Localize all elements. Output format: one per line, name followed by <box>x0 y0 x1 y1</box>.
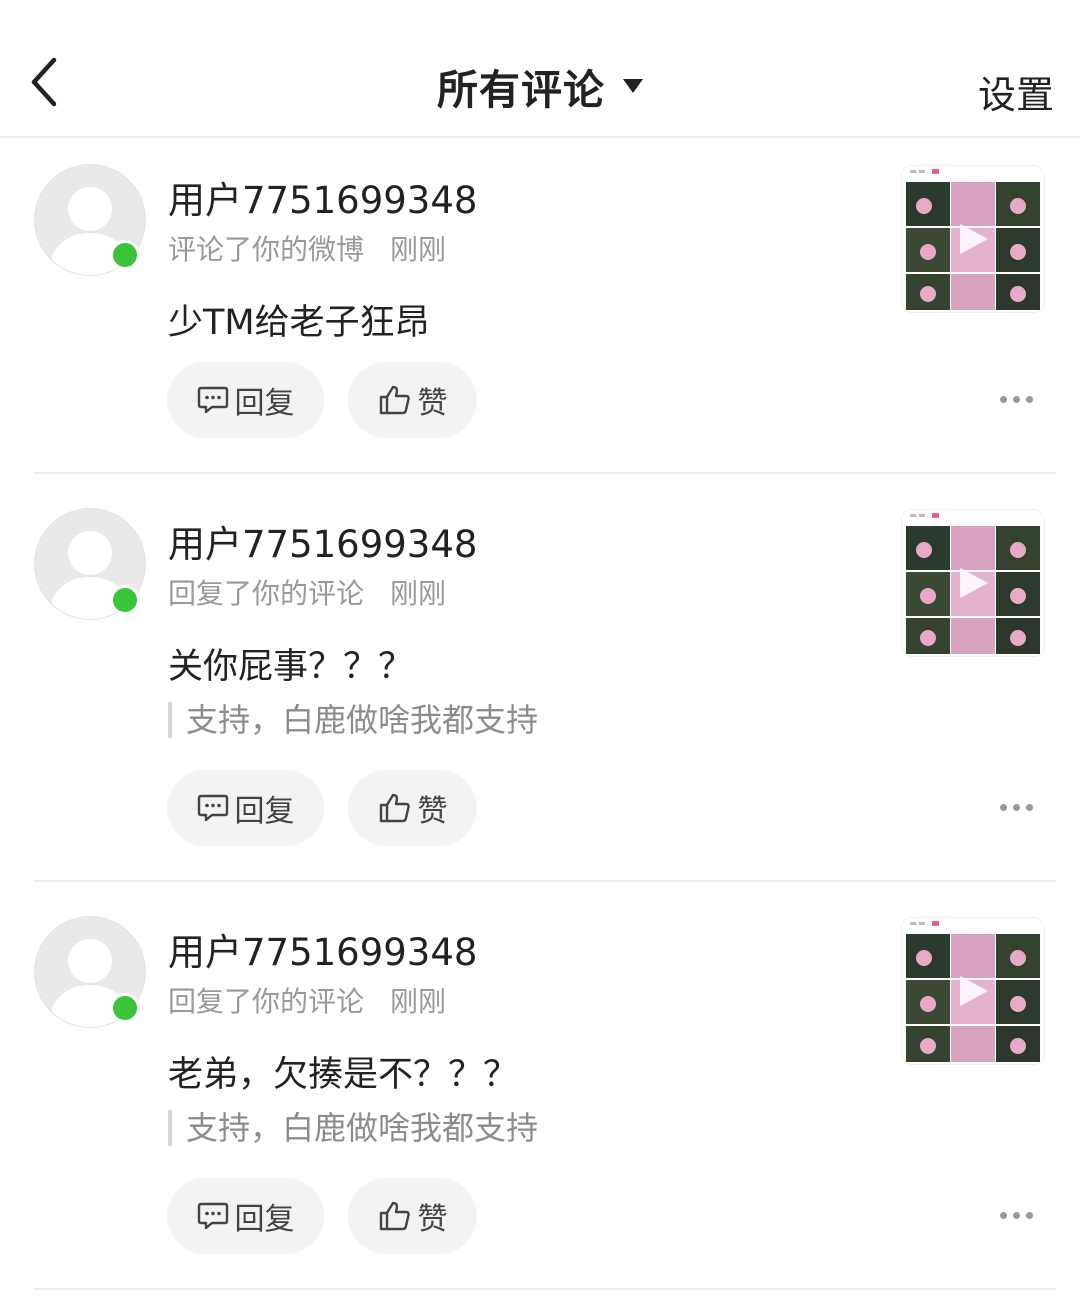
username[interactable]: 用户7751699348 <box>168 922 477 976</box>
username[interactable]: 用户7751699348 <box>168 514 477 568</box>
like-button[interactable]: 赞 <box>348 770 477 846</box>
comment-bubble-icon <box>197 1202 228 1230</box>
more-options-button[interactable] <box>998 804 1038 814</box>
timestamp: 刚刚 <box>390 985 447 1018</box>
weibo-thumbnail[interactable] <box>902 918 1044 1064</box>
quoted-comment[interactable]: 支持，白鹿做啥我都支持 <box>168 1110 538 1146</box>
video-thumbnail-image <box>902 918 1044 1064</box>
comment-meta: 回复了你的评论 刚刚 <box>168 980 446 1020</box>
divider <box>34 880 1056 882</box>
quoted-comment[interactable]: 支持，白鹿做啥我都支持 <box>168 702 538 738</box>
caret-down-icon <box>623 79 643 93</box>
reply-label: 回复 <box>234 1202 295 1237</box>
more-options-button[interactable] <box>998 1212 1038 1222</box>
more-dots-icon <box>1000 396 1007 403</box>
action-text: 回复了你的评论 <box>168 577 365 610</box>
like-label: 赞 <box>417 386 448 421</box>
page-title: 所有评论 <box>437 66 605 114</box>
comment-meta: 评论了你的微博 刚刚 <box>168 228 446 268</box>
more-options-button[interactable] <box>998 396 1038 406</box>
comment-meta: 回复了你的评论 刚刚 <box>168 572 446 612</box>
comment-text: 少TM给老子狂昂 <box>168 303 430 343</box>
timestamp: 刚刚 <box>390 577 447 610</box>
weibo-thumbnail[interactable] <box>902 510 1044 656</box>
reply-button[interactable]: 回复 <box>167 362 324 438</box>
comment-text: 老弟，欠揍是不？？？ <box>168 1055 519 1095</box>
reply-button[interactable]: 回复 <box>167 770 324 846</box>
comment-text: 关你屁事？？？ <box>168 647 414 687</box>
online-status-dot <box>110 585 140 615</box>
username[interactable]: 用户7751699348 <box>168 170 477 224</box>
comment-bubble-icon <box>197 794 228 822</box>
title-dropdown[interactable]: 所有评论 <box>0 56 1080 116</box>
thumbs-up-icon <box>379 385 410 415</box>
more-dots-icon <box>1000 804 1007 811</box>
action-text: 评论了你的微博 <box>168 233 365 266</box>
like-button[interactable]: 赞 <box>348 362 477 438</box>
timestamp: 刚刚 <box>390 233 447 266</box>
like-button[interactable]: 赞 <box>348 1178 477 1254</box>
more-dots-icon <box>1000 1212 1007 1219</box>
video-thumbnail-image <box>902 166 1044 312</box>
action-text: 回复了你的评论 <box>168 985 365 1018</box>
divider <box>34 472 1056 474</box>
thumbs-up-icon <box>379 1201 410 1231</box>
thumbs-up-icon <box>379 793 410 823</box>
video-thumbnail-image <box>902 510 1044 656</box>
divider <box>34 1288 1056 1290</box>
online-status-dot <box>110 240 140 270</box>
reply-label: 回复 <box>234 794 295 829</box>
settings-button[interactable]: 设置 <box>978 64 1054 119</box>
like-label: 赞 <box>417 794 448 829</box>
top-bar: 所有评论 设置 <box>0 0 1080 138</box>
reply-button[interactable]: 回复 <box>167 1178 324 1254</box>
comment-bubble-icon <box>197 386 228 414</box>
like-label: 赞 <box>417 1202 448 1237</box>
reply-label: 回复 <box>234 386 295 421</box>
online-status-dot <box>110 993 140 1023</box>
weibo-thumbnail[interactable] <box>902 166 1044 312</box>
